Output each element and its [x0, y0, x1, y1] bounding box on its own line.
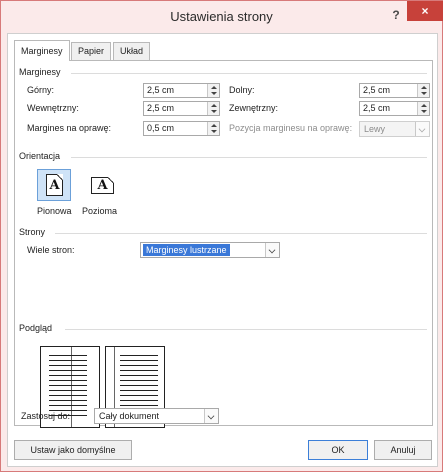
preview-group-label: Podgląd: [19, 323, 53, 333]
gutter-stepper-icon[interactable]: [207, 122, 219, 135]
outside-margin-label: Zewnętrzny:: [229, 103, 279, 113]
top-margin-stepper-icon[interactable]: [207, 84, 219, 97]
inside-margin-label: Wewnętrzny:: [27, 103, 79, 113]
bottom-margin-spinner[interactable]: 2,5 cm: [359, 83, 430, 98]
pages-group-divider: [55, 233, 427, 234]
top-margin-spinner[interactable]: 2,5 cm: [143, 83, 220, 98]
title-bar: Ustawienia strony ? ×: [1, 1, 443, 33]
landscape-button[interactable]: A: [85, 169, 119, 201]
gutter-position-value: Lewy: [364, 124, 386, 134]
portrait-button[interactable]: A: [37, 169, 71, 201]
gutter-value: 0,5 cm: [147, 123, 175, 133]
gutter-position-select: Lewy: [359, 121, 430, 137]
page-setup-dialog: Ustawienia strony ? × Marginesy Papier U…: [0, 0, 443, 472]
preview-group-divider: [65, 329, 427, 330]
pages-group-label: Strony: [19, 227, 46, 237]
chevron-down-icon[interactable]: [204, 409, 218, 423]
close-button[interactable]: ×: [407, 1, 443, 21]
top-margin-label: Górny:: [27, 85, 55, 95]
chevron-down-icon: [415, 122, 429, 136]
tab-panel-margins: Marginesy Górny: 2,5 cm Dolny: 2,5 cm We…: [14, 60, 433, 428]
bottom-margin-label: Dolny:: [229, 85, 255, 95]
help-icon[interactable]: ?: [389, 7, 403, 23]
inside-margin-stepper-icon[interactable]: [207, 102, 219, 115]
portrait-page-icon: A: [46, 174, 63, 196]
apply-to-label: Zastosuj do:: [21, 411, 71, 421]
outside-margin-value: 2,5 cm: [363, 103, 391, 113]
ok-button[interactable]: OK: [308, 440, 368, 460]
apply-to-value: Cały dokument: [99, 411, 160, 421]
apply-to-select[interactable]: Cały dokument: [94, 408, 219, 424]
multiple-pages-label: Wiele stron:: [27, 245, 75, 255]
landscape-label: Pozioma: [82, 206, 118, 216]
portrait-label: Pionowa: [37, 206, 72, 216]
margins-group-label: Marginesy: [19, 67, 61, 77]
outside-margin-spinner[interactable]: 2,5 cm: [359, 101, 430, 116]
inside-margin-spinner[interactable]: 2,5 cm: [143, 101, 220, 116]
gutter-position-label: Pozycja marginesu na oprawę:: [229, 123, 353, 133]
outside-margin-stepper-icon[interactable]: [417, 102, 429, 115]
orientation-group-divider: [71, 157, 427, 158]
dialog-title: Ustawienia strony: [170, 9, 273, 24]
bottom-margin-value: 2,5 cm: [363, 85, 391, 95]
top-margin-value: 2,5 cm: [147, 85, 175, 95]
multiple-pages-select[interactable]: Marginesy lustrzane: [140, 242, 280, 258]
tab-paper[interactable]: Papier: [71, 42, 112, 60]
gutter-label: Margines na oprawę:: [27, 123, 112, 133]
gutter-spinner[interactable]: 0,5 cm: [143, 121, 220, 136]
bottom-margin-stepper-icon[interactable]: [417, 84, 429, 97]
dialog-body: Marginesy Papier Układ Marginesy Górny: …: [7, 33, 438, 467]
tab-margins[interactable]: Marginesy: [14, 40, 70, 61]
set-as-default-button[interactable]: Ustaw jako domyślne: [14, 440, 132, 460]
multiple-pages-value: Marginesy lustrzane: [143, 244, 230, 256]
orientation-group-label: Orientacja: [19, 151, 61, 161]
landscape-page-icon: A: [91, 177, 114, 194]
tab-layout[interactable]: Układ: [113, 42, 151, 60]
cancel-button[interactable]: Anuluj: [374, 440, 432, 460]
chevron-down-icon[interactable]: [265, 243, 279, 257]
inside-margin-value: 2,5 cm: [147, 103, 175, 113]
margins-group-divider: [71, 73, 427, 74]
